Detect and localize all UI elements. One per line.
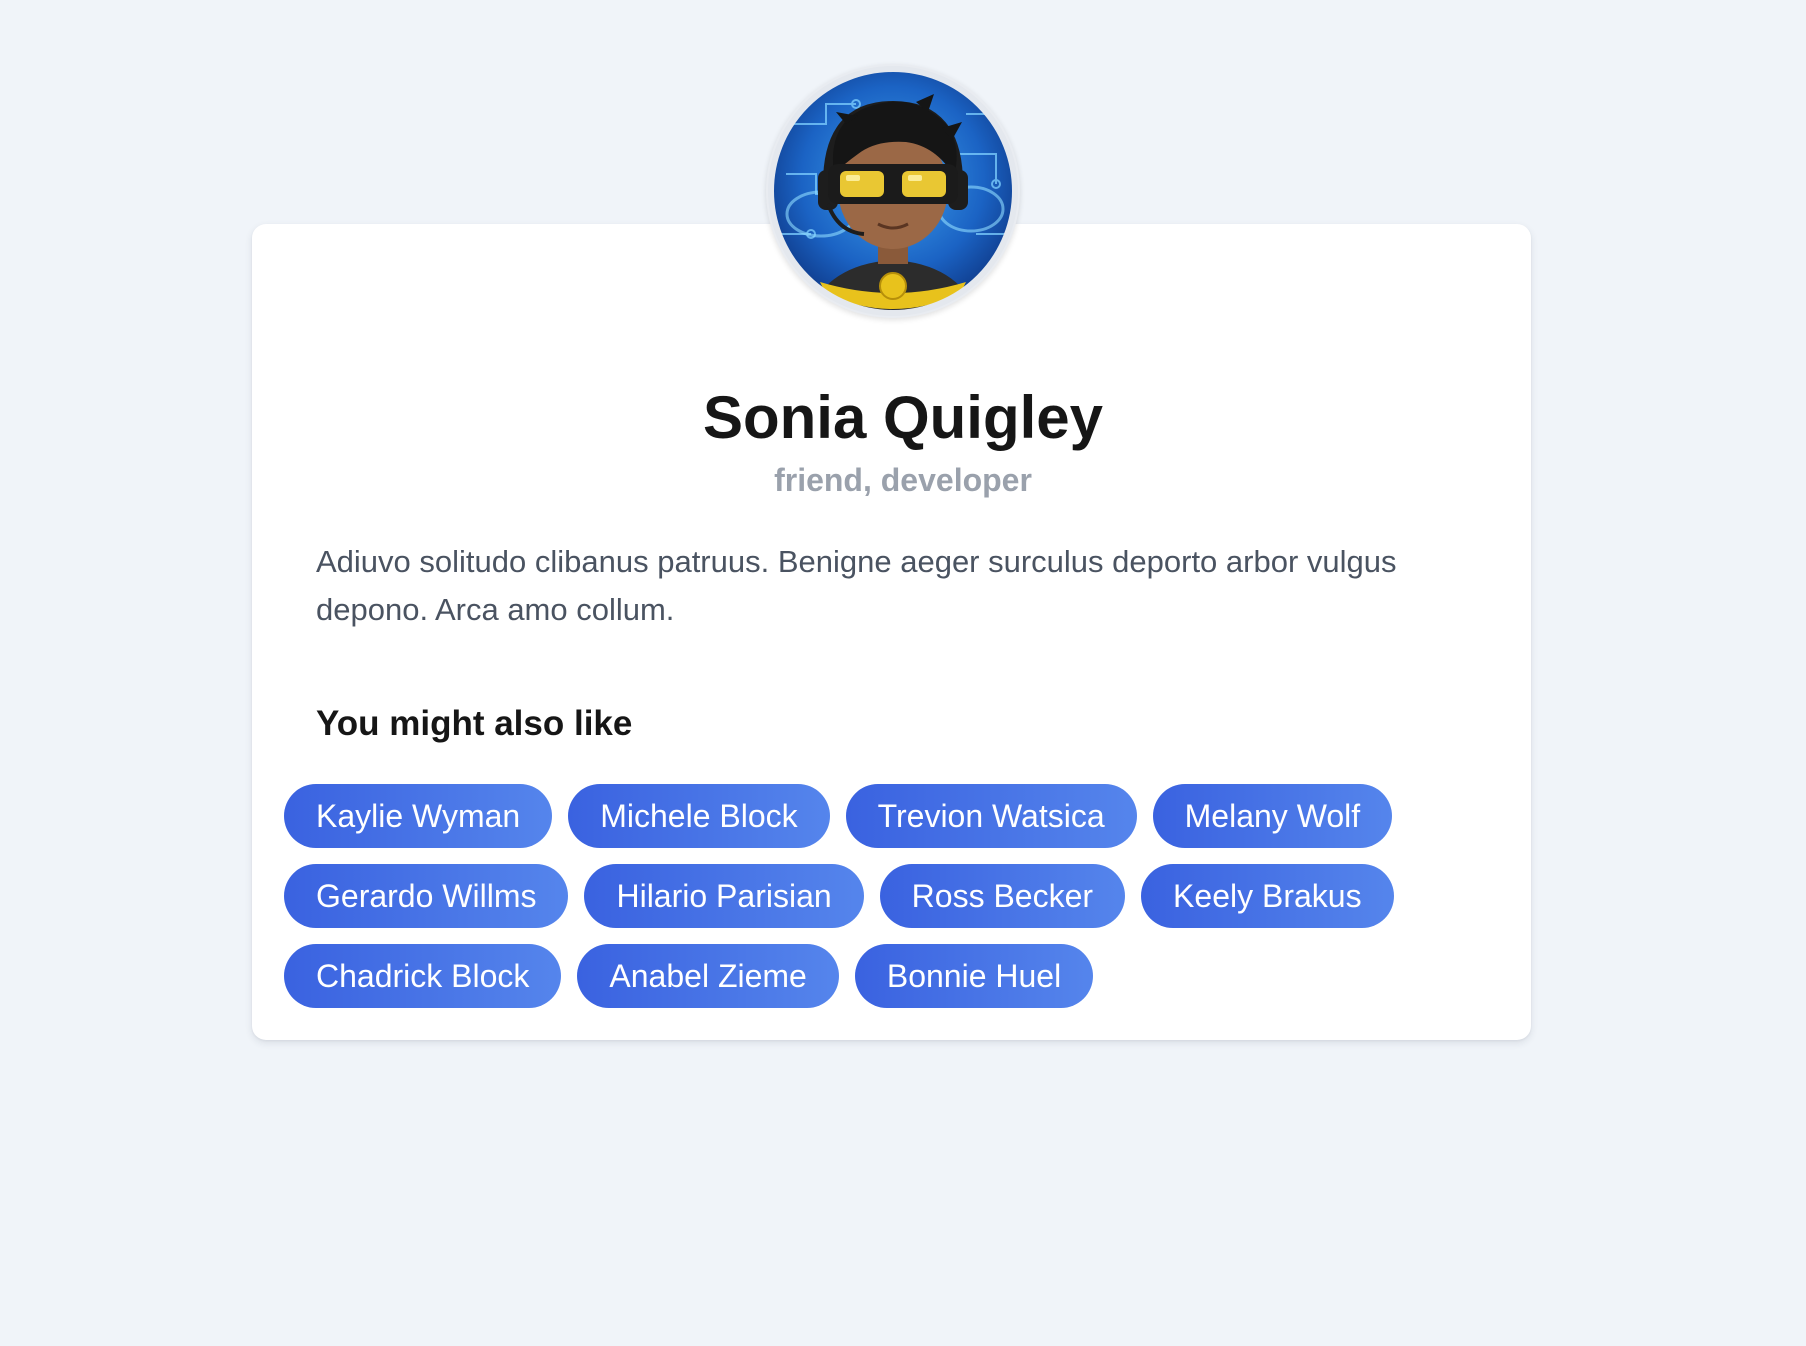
recommendation-chip[interactable]: Melany Wolf	[1152, 784, 1393, 848]
recommendations-list: Kaylie Wyman Michele Block Trevion Watsi…	[284, 784, 1434, 1008]
recommendation-chip[interactable]: Chadrick Block	[284, 944, 562, 1008]
recommendations-title: You might also like	[316, 704, 633, 743]
avatar	[766, 64, 1020, 318]
recommendation-chip[interactable]: Hilario Parisian	[584, 864, 864, 928]
profile-bio: Adiuvo solitudo clibanus patruus. Benign…	[316, 544, 1397, 627]
profile-tags: friend, developer	[774, 462, 1032, 498]
recommendation-chip[interactable]: Keely Brakus	[1141, 864, 1394, 928]
profile-name: Sonia Quigley	[702, 384, 1104, 451]
recommendation-chip[interactable]: Anabel Zieme	[577, 944, 839, 1008]
avatar-icon	[768, 66, 1018, 316]
recommendation-chip[interactable]: Kaylie Wyman	[284, 784, 553, 848]
recommendation-chip[interactable]: Bonnie Huel	[854, 944, 1094, 1008]
recommendation-chip[interactable]: Gerardo Willms	[284, 864, 569, 928]
recommendation-chip[interactable]: Ross Becker	[879, 864, 1126, 928]
recommendation-chip[interactable]: Michele Block	[568, 784, 830, 848]
recommendation-chip[interactable]: Trevion Watsica	[845, 784, 1137, 848]
